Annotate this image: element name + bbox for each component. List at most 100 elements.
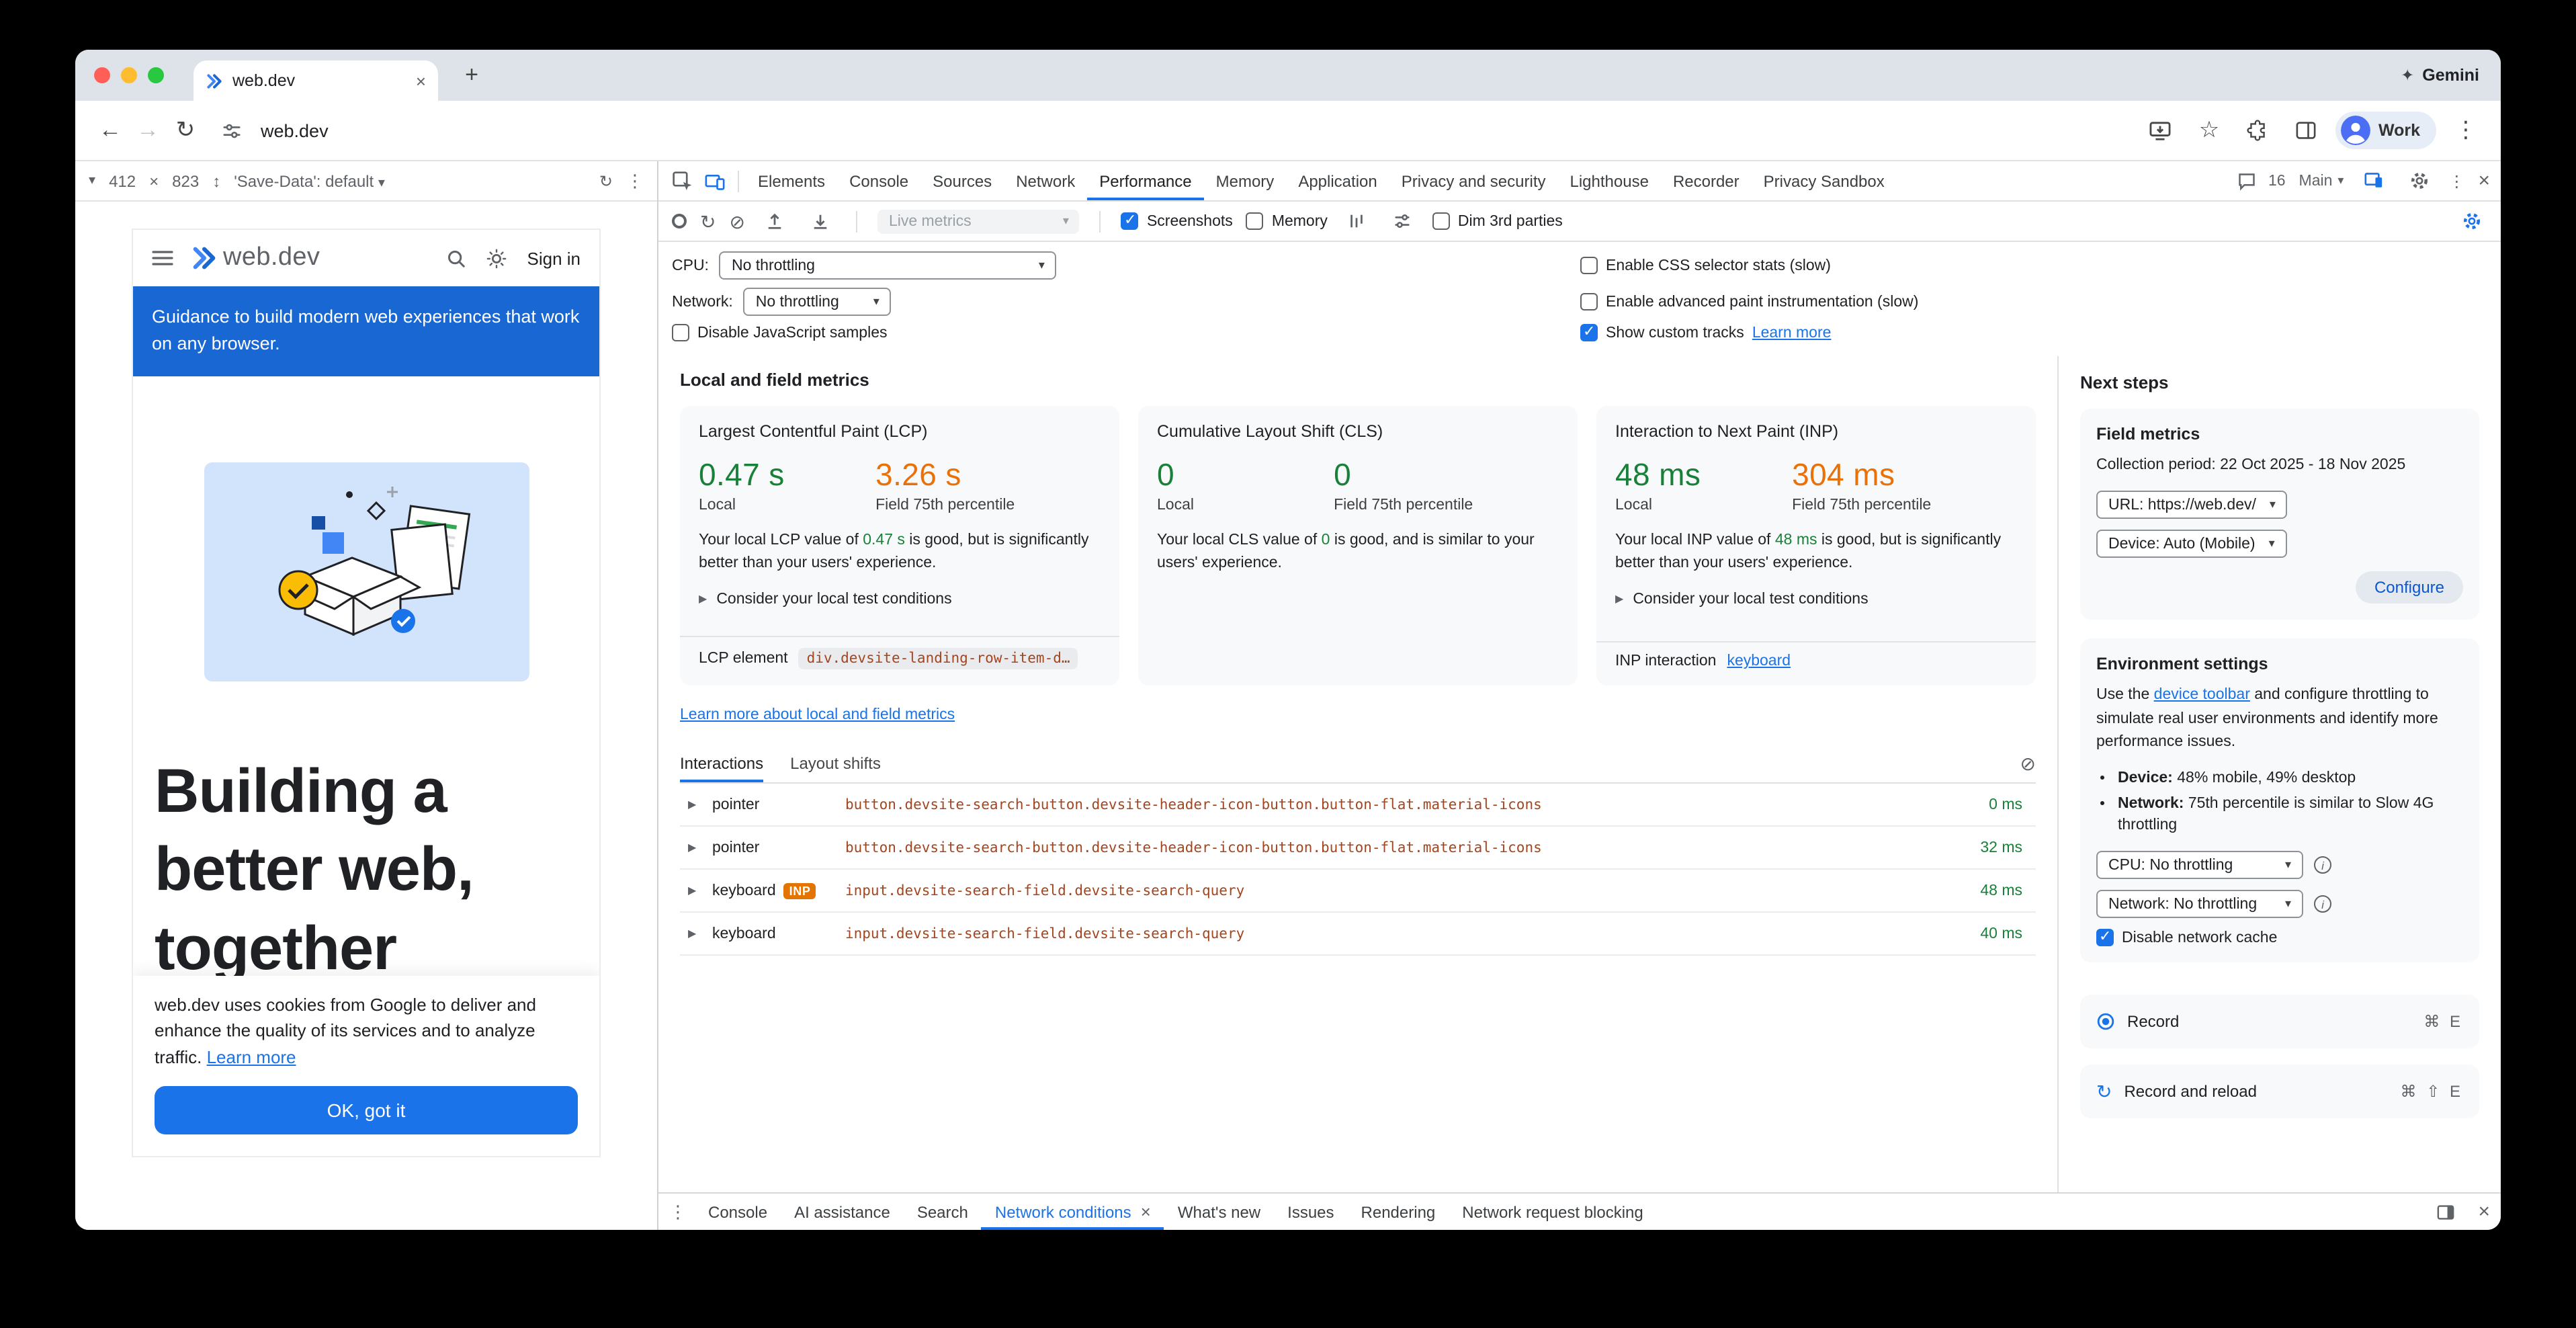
- lcp-conditions-expander[interactable]: ▶ Consider your local test conditions: [699, 591, 1101, 607]
- drawer-tab-rendering[interactable]: Rendering: [1348, 1194, 1449, 1230]
- viewport-height[interactable]: 823: [172, 171, 199, 190]
- gemini-button[interactable]: ✦ Gemini: [2401, 66, 2479, 85]
- save-data-select[interactable]: 'Save-Data': default ▾: [234, 171, 385, 190]
- tab-application[interactable]: Application: [1286, 161, 1389, 200]
- devtools-menu-icon[interactable]: ⋮: [2448, 171, 2464, 190]
- drawer-tab-search[interactable]: Search: [904, 1194, 982, 1230]
- theme-toggle-icon[interactable]: [487, 248, 507, 268]
- configure-button[interactable]: Configure: [2356, 572, 2463, 604]
- bookmark-star-icon[interactable]: ☆: [2190, 112, 2228, 149]
- metrics-learn-more-link[interactable]: Learn more about local and field metrics: [680, 707, 955, 723]
- interaction-row[interactable]: ▶ keyboard input.devsite-search-field.de…: [680, 913, 2036, 956]
- device-toolbar-link[interactable]: device toolbar: [2154, 688, 2250, 704]
- console-messages-button[interactable]: 16: [2231, 165, 2286, 197]
- forward-icon[interactable]: →: [129, 112, 167, 149]
- interaction-target[interactable]: input.devsite-search-field.devsite-searc…: [845, 925, 1931, 942]
- css-selector-stats-checkbox[interactable]: Enable CSS selector stats (slow): [1580, 257, 2487, 274]
- sign-in-link[interactable]: Sign in: [527, 248, 581, 268]
- close-tab-icon[interactable]: ×: [416, 72, 426, 89]
- memory-checkbox[interactable]: Memory: [1246, 212, 1328, 230]
- sidebar-cpu-select[interactable]: CPU: No throttling ▾: [2096, 851, 2303, 879]
- record-and-reload-button[interactable]: ↻ Record and reload ⌘ ⇧ E: [2080, 1065, 2479, 1118]
- record-button[interactable]: Record ⌘ E: [2080, 995, 2479, 1048]
- browser-tab[interactable]: web.dev ×: [194, 60, 438, 101]
- expand-row-icon[interactable]: ▶: [688, 884, 712, 897]
- browser-menu-icon[interactable]: ⋮: [2447, 112, 2485, 149]
- drawer-menu-icon[interactable]: ⋮: [669, 1201, 687, 1222]
- network-throttle-select[interactable]: No throttling ▾: [744, 288, 892, 316]
- interaction-target[interactable]: input.devsite-search-field.devsite-searc…: [845, 882, 1931, 899]
- drawer-tab-issues[interactable]: Issues: [1274, 1194, 1347, 1230]
- drawer-tab-whats-new[interactable]: What's new: [1164, 1194, 1274, 1230]
- tab-interactions[interactable]: Interactions: [680, 754, 763, 782]
- new-tab-button[interactable]: +: [454, 58, 489, 93]
- expand-row-icon[interactable]: ▶: [688, 927, 712, 940]
- capture-settings-gear-icon[interactable]: [2455, 205, 2487, 237]
- interaction-target[interactable]: button.devsite-search-button.devsite-hea…: [845, 796, 1931, 813]
- download-profile-icon[interactable]: [804, 205, 836, 237]
- upload-profile-icon[interactable]: [759, 205, 791, 237]
- inp-interaction-link[interactable]: keyboard: [1727, 653, 1791, 669]
- sidebar-network-select[interactable]: Network: No throttling ▾: [2096, 890, 2303, 918]
- record-icon[interactable]: [672, 214, 687, 229]
- webdev-logo[interactable]: web.dev: [191, 243, 320, 273]
- clear-log-icon[interactable]: ⊘: [2020, 753, 2036, 776]
- site-info-icon[interactable]: [212, 112, 250, 149]
- screenshots-checkbox[interactable]: Screenshots: [1121, 212, 1233, 230]
- side-panel-icon[interactable]: [2287, 112, 2325, 149]
- close-window-button[interactable]: [94, 67, 110, 83]
- rotate-icon[interactable]: ↻: [599, 171, 613, 190]
- install-icon[interactable]: [2142, 112, 2180, 149]
- disable-network-cache-checkbox[interactable]: Disable network cache: [2096, 929, 2463, 946]
- back-icon[interactable]: ←: [91, 112, 129, 149]
- tab-recorder[interactable]: Recorder: [1661, 161, 1752, 200]
- reload-icon[interactable]: ↻: [167, 112, 204, 149]
- paint-instrumentation-checkbox[interactable]: Enable advanced paint instrumentation (s…: [1580, 293, 2487, 310]
- dock-side-icon[interactable]: [2430, 1196, 2462, 1228]
- tab-layout-shifts[interactable]: Layout shifts: [790, 754, 881, 782]
- tab-sources[interactable]: Sources: [920, 161, 1004, 200]
- cookie-accept-button[interactable]: OK, got it: [155, 1086, 578, 1134]
- tab-lighthouse[interactable]: Lighthouse: [1558, 161, 1661, 200]
- interaction-row[interactable]: ▶ pointer button.devsite-search-button.d…: [680, 784, 2036, 827]
- device-toolbar-toggle-icon[interactable]: [699, 165, 731, 197]
- address-bar[interactable]: web.dev: [212, 112, 2142, 149]
- cookie-learn-more-link[interactable]: Learn more: [207, 1046, 296, 1067]
- tab-elements[interactable]: Elements: [746, 161, 837, 200]
- tab-privacy-security[interactable]: Privacy and security: [1389, 161, 1558, 200]
- device-select[interactable]: Device: Auto (Mobile) ▾: [2096, 530, 2287, 558]
- interaction-row[interactable]: ▶ pointer button.devsite-search-button.d…: [680, 827, 2036, 870]
- dim-3rd-parties-checkbox[interactable]: Dim 3rd parties: [1432, 212, 1563, 230]
- drawer-tab-ai-assistance[interactable]: AI assistance: [781, 1194, 904, 1230]
- device-toolbar-menu-icon[interactable]: ⋮: [626, 170, 644, 192]
- stats-bars-icon[interactable]: [1341, 205, 1373, 237]
- show-custom-tracks-checkbox[interactable]: Show custom tracks Learn more: [1580, 324, 2487, 341]
- profile-button[interactable]: Work: [2335, 112, 2436, 149]
- interaction-row[interactable]: ▶ keyboard INP input.devsite-search-fiel…: [680, 870, 2036, 913]
- settings-gear-icon[interactable]: [2403, 165, 2435, 197]
- zoom-updown-icon[interactable]: ↕: [212, 171, 220, 190]
- extensions-puzzle-icon[interactable]: [2239, 112, 2276, 149]
- tab-network[interactable]: Network: [1004, 161, 1087, 200]
- drawer-tab-network-conditions[interactable]: Network conditions ×: [982, 1194, 1164, 1230]
- js-context-select[interactable]: Main ▾: [2299, 173, 2344, 189]
- tab-performance[interactable]: Performance: [1087, 161, 1203, 200]
- disable-js-samples-checkbox[interactable]: Disable JavaScript samples: [672, 324, 1580, 341]
- tab-privacy-sandbox[interactable]: Privacy Sandbox: [1752, 161, 1897, 200]
- viewport-width[interactable]: 412: [109, 171, 136, 190]
- drawer-tab-network-request-blocking[interactable]: Network request blocking: [1449, 1194, 1656, 1230]
- device-mode-icon[interactable]: [2357, 165, 2389, 197]
- throttling-sliders-icon[interactable]: [1387, 205, 1419, 237]
- custom-tracks-learn-more-link[interactable]: Learn more: [1752, 325, 1832, 341]
- clear-icon[interactable]: ⊘: [729, 212, 744, 231]
- close-drawer-icon[interactable]: ×: [2478, 1200, 2490, 1223]
- interaction-target[interactable]: button.devsite-search-button.devsite-hea…: [845, 839, 1931, 856]
- lcp-element-node-link[interactable]: div.devsite-landing-row-item-d…: [799, 648, 1078, 669]
- inspect-element-icon[interactable]: [667, 165, 699, 197]
- hamburger-menu-icon[interactable]: [152, 250, 173, 266]
- tab-memory[interactable]: Memory: [1204, 161, 1287, 200]
- device-select-icon[interactable]: ▾: [89, 173, 95, 188]
- drawer-tab-console[interactable]: Console: [695, 1194, 781, 1230]
- record-reload-icon[interactable]: ↻: [700, 212, 716, 231]
- url-select[interactable]: URL: https://web.dev/ ▾: [2096, 491, 2288, 520]
